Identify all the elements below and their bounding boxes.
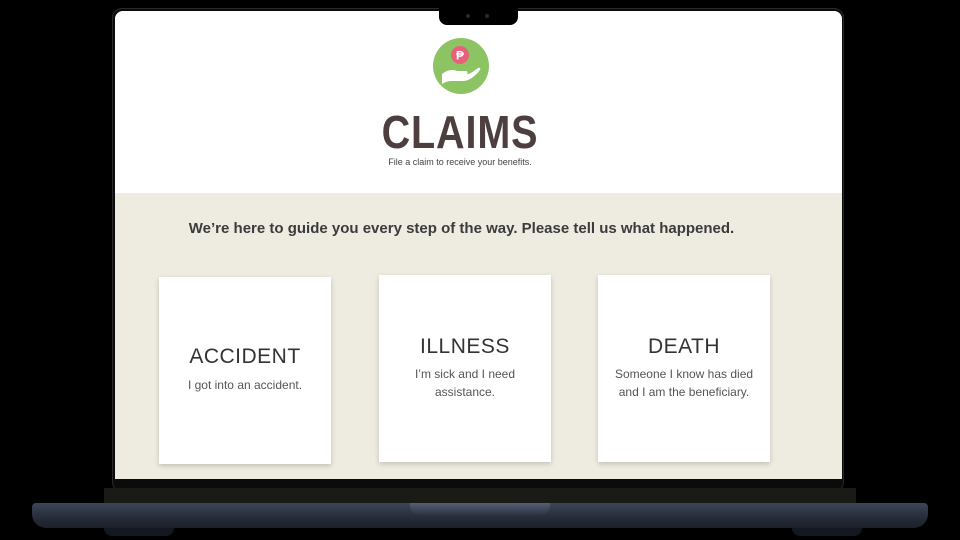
claims-content: We’re here to guide you every step of th…	[115, 193, 842, 479]
card-description: I got into an accident.	[187, 378, 303, 392]
laptop-mockup: ₱ CLAIMS File a claim to receive your be…	[0, 0, 960, 540]
laptop-foot-left	[104, 528, 174, 536]
camera-notch	[439, 8, 518, 25]
card-title: ACCIDENT	[189, 345, 301, 368]
claim-card-death[interactable]: DEATH Someone I know has died and I am t…	[598, 275, 770, 462]
card-description: Someone I know has died and I am the ben…	[614, 367, 754, 399]
laptop-foot-right	[792, 528, 862, 536]
guide-text: We’re here to guide you every step of th…	[188, 220, 735, 237]
card-description: I’m sick and I need assistance.	[414, 367, 516, 399]
card-title: ILLNESS	[420, 335, 510, 358]
laptop-opening-notch	[410, 503, 550, 515]
coin-symbol: ₱	[456, 49, 464, 63]
card-title: DEATH	[647, 335, 721, 358]
laptop-hinge	[104, 488, 856, 504]
camera-icon	[466, 14, 470, 18]
screen: ₱ CLAIMS File a claim to receive your be…	[115, 11, 842, 479]
page-subtitle: File a claim to receive your benefits.	[388, 157, 532, 167]
hand-holding-coin-icon: ₱	[433, 38, 489, 94]
page-title: CLAIMS	[381, 106, 539, 158]
page-header: ₱ CLAIMS File a claim to receive your be…	[115, 11, 842, 193]
claim-card-accident[interactable]: ACCIDENT I got into an accident.	[159, 277, 331, 464]
sensor-icon	[485, 14, 489, 18]
claim-card-illness[interactable]: ILLNESS I’m sick and I need assistance.	[379, 275, 551, 462]
